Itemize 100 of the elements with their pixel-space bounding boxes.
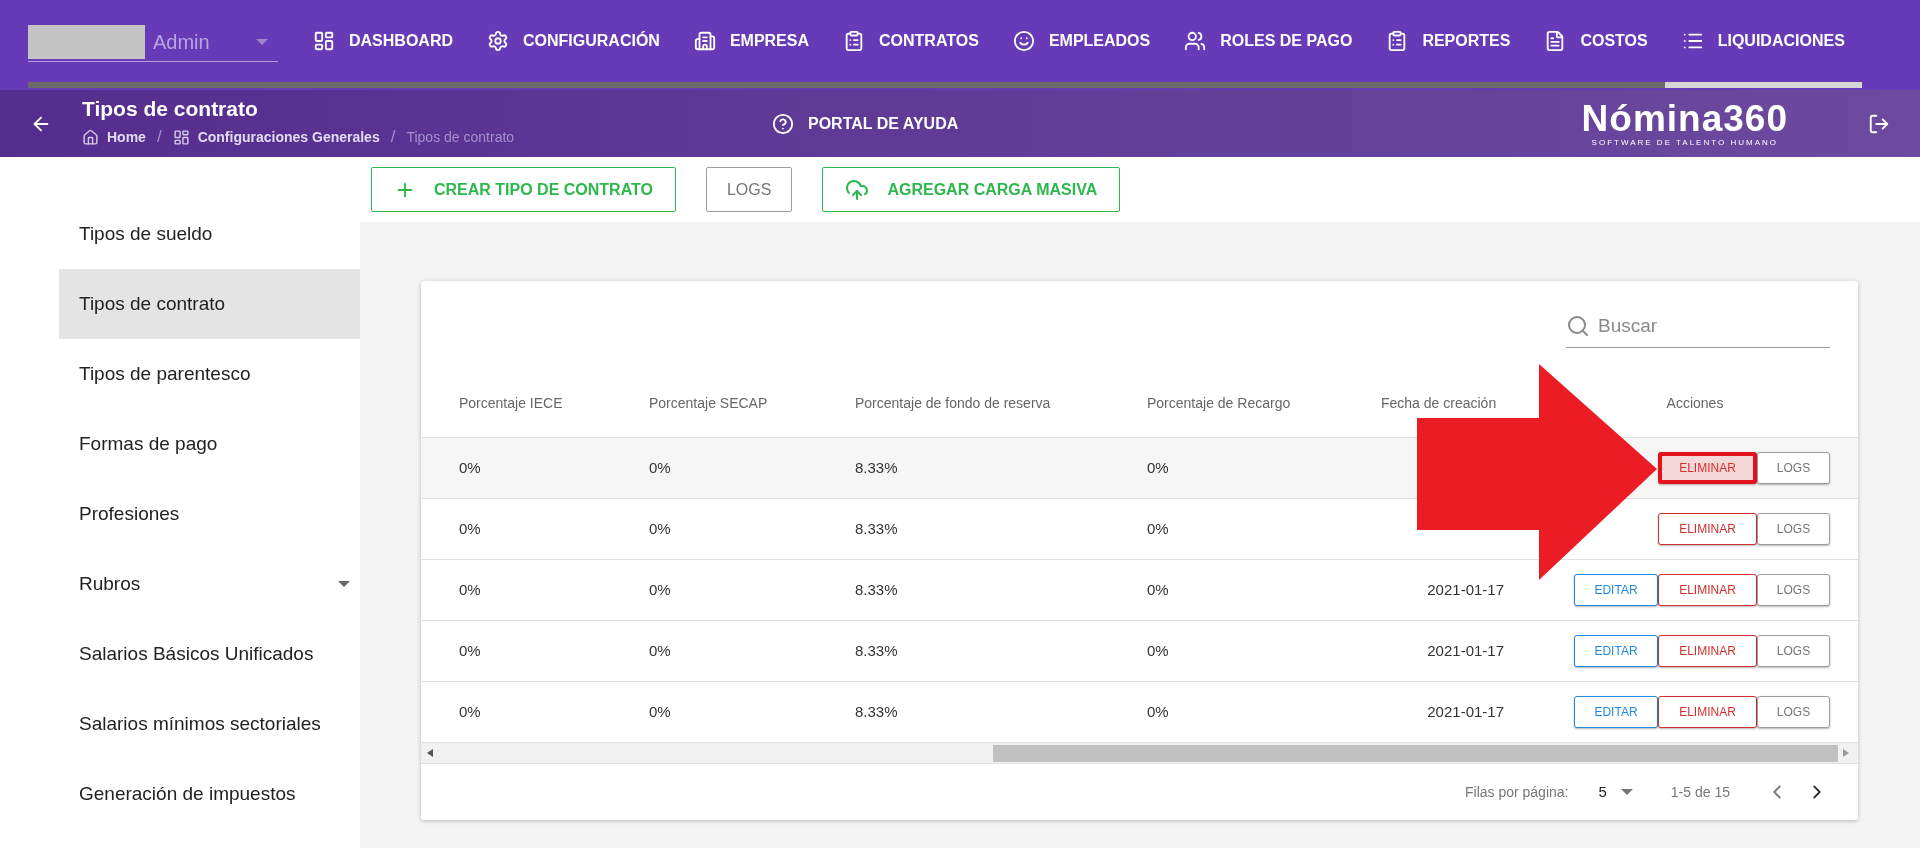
- column-header: Porcentaje IECE: [459, 394, 564, 413]
- table-row[interactable]: 0% 0% 8.33% 0% 2021-01-17 EDITAR ELIMINAR LOGS: [421, 560, 1858, 621]
- table-cell-text: 0%: [459, 701, 482, 722]
- caret-icon: [1620, 789, 1633, 795]
- sidebar-item[interactable]: Rubros: [59, 549, 360, 619]
- table-cell-text: 0%: [1147, 457, 1170, 478]
- sidebar-label: Profesiones: [79, 501, 180, 526]
- logout-icon[interactable]: [1868, 112, 1890, 135]
- gear-icon: [487, 30, 509, 52]
- scrollbar-thumb[interactable]: [993, 744, 1838, 762]
- action-button[interactable]: EDITAR: [1574, 696, 1658, 728]
- search-input[interactable]: Buscar: [1598, 311, 1818, 341]
- dashboard-icon: [172, 128, 190, 146]
- sidebar-item[interactable]: Formas de pago: [59, 409, 360, 479]
- nav-tab[interactable]: REPORTES: [1386, 16, 1511, 66]
- sidebar-label: Tipos de contrato: [79, 291, 226, 316]
- table-cell-text: 0%: [459, 457, 482, 478]
- toolbar-button[interactable]: LOGS: [705, 167, 793, 212]
- table-cell-text: 8.33%: [855, 457, 899, 478]
- table-cell-text: 0%: [649, 518, 672, 539]
- action-button[interactable]: LOGS: [1757, 574, 1830, 606]
- sidebar-item[interactable]: Tipos de sueldo: [59, 199, 360, 269]
- table-cell-text: 0%: [459, 518, 482, 539]
- sidebar-label: Generación de impuestos: [79, 781, 296, 806]
- table-cell-text: 8.33%: [855, 518, 899, 539]
- action-button[interactable]: ELIMINAR: [1658, 574, 1757, 606]
- table-cell-text: 0%: [649, 701, 672, 722]
- dashboard-icon: [313, 30, 335, 52]
- caret-icon[interactable]: [338, 581, 350, 587]
- action-button[interactable]: EDITAR: [1574, 635, 1658, 667]
- search-icon: [1566, 314, 1590, 338]
- help-icon: [772, 112, 794, 135]
- sidebar-label: Rubros: [79, 571, 141, 596]
- building-icon: [693, 30, 716, 52]
- clipboard-icon: [843, 30, 865, 52]
- scroll-left-icon[interactable]: [427, 749, 433, 757]
- breadcrumb-separator: /: [156, 126, 162, 149]
- nav-tab[interactable]: COSTOS: [1544, 16, 1648, 66]
- sidebar-label: Tipos de sueldo: [79, 221, 213, 246]
- sidebar-item[interactable]: Salarios Básicos Unificados: [59, 619, 360, 689]
- cloud-upload-icon: [845, 177, 870, 202]
- search-field[interactable]: Buscar: [1566, 305, 1830, 348]
- account-label: Admin: [153, 29, 210, 55]
- column-header: Porcentaje SECAP: [649, 394, 769, 413]
- rows-per-page-select[interactable]: 5: [1598, 780, 1633, 804]
- sidebar-item[interactable]: Tipos de parentesco: [59, 339, 360, 409]
- table-cell-text: 2021-01-17: [1427, 701, 1504, 722]
- action-button[interactable]: LOGS: [1757, 696, 1830, 728]
- sidebar-label: Salarios mínimos sectoriales: [79, 711, 321, 736]
- table-cell-text: 8.33%: [855, 701, 899, 722]
- breadcrumb-separator: /: [390, 126, 396, 149]
- action-button[interactable]: ELIMINAR: [1658, 696, 1757, 728]
- nav-tab[interactable]: LIQUIDACIONES: [1681, 16, 1845, 66]
- table-cell-text: 0%: [1147, 640, 1170, 661]
- sidebar-item[interactable]: Tipos de contrato: [59, 269, 360, 339]
- table-cell-text: 0%: [1147, 579, 1170, 600]
- users-icon: [1184, 30, 1207, 52]
- page-title: Tipos de contrato: [82, 97, 259, 122]
- nav-tab[interactable]: EMPLEADOS: [1012, 16, 1151, 66]
- column-header: Porcentaje de fondo de reserva: [855, 394, 1052, 413]
- table-cell-text: 8.33%: [855, 640, 899, 661]
- action-button[interactable]: LOGS: [1757, 635, 1830, 667]
- caret-icon: [256, 38, 268, 45]
- logo-tagline: SOFTWARE DE TALENTO HUMANO: [1591, 137, 1778, 148]
- action-button[interactable]: LOGS: [1757, 513, 1830, 545]
- sidebar-item[interactable]: Profesiones: [59, 479, 360, 549]
- action-button[interactable]: ELIMINAR: [1658, 635, 1757, 667]
- table-cell-text: 0%: [1147, 701, 1170, 722]
- table-cell-text: 0%: [649, 579, 672, 600]
- table-cell-text: 0%: [459, 579, 482, 600]
- column-header: Porcentaje de Recargo: [1147, 394, 1292, 413]
- logo: Nómina360: [1581, 99, 1788, 138]
- table-cell-text: 8.33%: [855, 579, 899, 600]
- column-header: Fecha de creación: [1381, 394, 1498, 413]
- breadcrumb-item[interactable]: Configuraciones Generales: [197, 126, 380, 148]
- table-row[interactable]: 0% 0% 8.33% 0% 2021-01-17 EDITAR ELIMINAR LOGS: [421, 621, 1858, 682]
- sidebar-label: Formas de pago: [79, 431, 218, 456]
- action-button[interactable]: LOGS: [1757, 452, 1830, 484]
- nav-tab[interactable]: CONFIGURACIÓN: [487, 16, 660, 66]
- table-cell-text: 2021-01-17: [1427, 579, 1504, 600]
- sidebar-label: Salarios Básicos Unificados: [79, 641, 314, 666]
- nav-tab[interactable]: CONTRATOS: [843, 16, 979, 66]
- help-portal-button[interactable]: PORTAL DE AYUDA: [772, 111, 959, 136]
- action-button[interactable]: EDITAR: [1574, 574, 1658, 606]
- sidebar-label: Tipos de parentesco: [79, 361, 251, 386]
- horizontal-scrollbar[interactable]: [421, 743, 1858, 764]
- sidebar-item[interactable]: Salarios mínimos sectoriales: [59, 689, 360, 759]
- action-button[interactable]: ELIMINAR: [1658, 513, 1757, 545]
- table-cell-text: 0%: [649, 640, 672, 661]
- page-range: 1-5 de 15: [1670, 782, 1730, 802]
- sidebar-item[interactable]: Generación de impuestos: [59, 759, 360, 829]
- nav-tab[interactable]: DASHBOARD: [313, 16, 453, 66]
- action-button[interactable]: ELIMINAR: [1658, 452, 1757, 484]
- breadcrumb-item[interactable]: Home: [107, 126, 146, 148]
- nav-tab[interactable]: ROLES DE PAGO: [1184, 16, 1353, 66]
- home-icon: [82, 128, 99, 146]
- table-cell-text: 0%: [459, 640, 482, 661]
- table-cell-text: 0%: [1147, 518, 1170, 539]
- column-header: Acciones: [1665, 394, 1725, 413]
- nav-tab[interactable]: EMPRESA: [693, 16, 809, 66]
